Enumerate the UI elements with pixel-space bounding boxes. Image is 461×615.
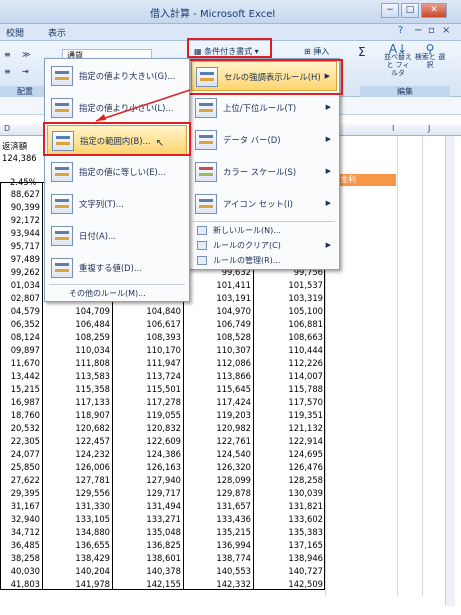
callout-arrow xyxy=(95,89,191,122)
excel-window: 借入計算 - Microsoft Excel − □ ✕ 校閲 表示 ? − ▫… xyxy=(0,0,461,615)
